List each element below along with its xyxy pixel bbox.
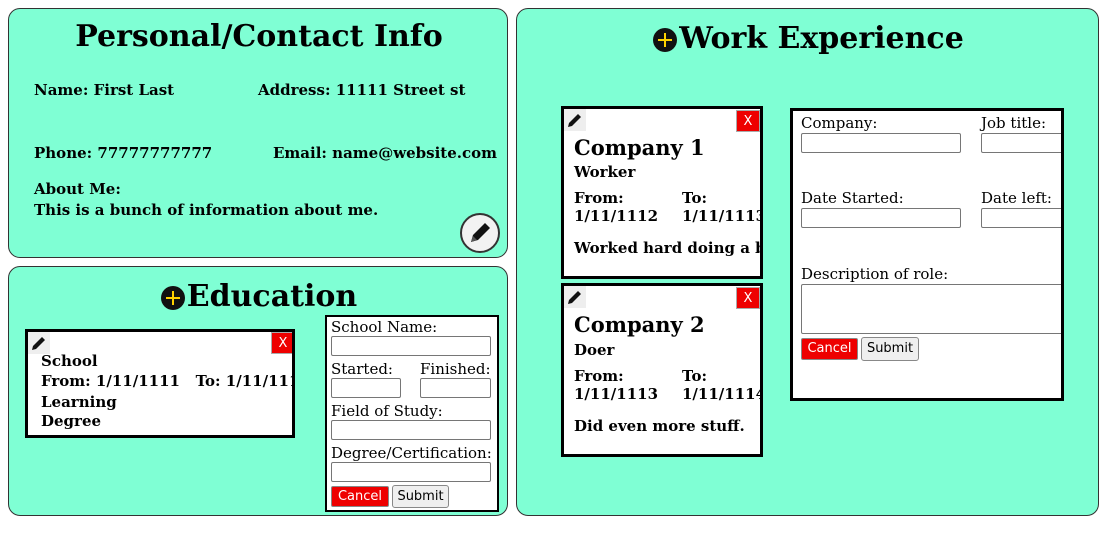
edit-personal-button[interactable] xyxy=(460,213,500,253)
pencil-icon xyxy=(471,223,490,242)
description-textarea[interactable] xyxy=(801,284,1061,334)
work-experience-panel: Work Experience X Company 1 Worker From:… xyxy=(516,8,1099,516)
school-text: School xyxy=(41,352,98,370)
school-name-label: School Name: xyxy=(331,318,438,336)
education-submit-button[interactable]: Submit xyxy=(392,485,449,508)
pencil-icon[interactable] xyxy=(564,286,586,308)
delete-education-button[interactable]: X xyxy=(271,332,292,354)
started-label: Started: xyxy=(331,360,393,378)
education-title-text: Education xyxy=(186,279,358,314)
to-date: 1/11/1114 xyxy=(682,385,763,403)
date-started-label: Date Started: xyxy=(801,189,904,207)
date-left-input[interactable] xyxy=(981,208,1061,228)
field-of-study-label: Field of Study: xyxy=(331,402,443,420)
description-label: Description of role: xyxy=(801,265,949,283)
job-card: X Company 2 Doer From: 1/11/1113 To: 1/1… xyxy=(561,283,763,457)
pencil-icon[interactable] xyxy=(28,332,50,354)
work-experience-title-text: Work Experience xyxy=(679,21,964,56)
company-text: Company 2 xyxy=(574,312,705,337)
field-of-study-input[interactable] xyxy=(331,420,491,440)
position-text: Worker xyxy=(574,163,636,181)
from-date: 1/11/1113 xyxy=(574,385,659,403)
pencil-icon[interactable] xyxy=(564,109,586,131)
name-text: Name: First Last xyxy=(34,81,175,99)
date-started-input[interactable] xyxy=(801,208,961,228)
education-cancel-button[interactable]: Cancel xyxy=(331,486,389,507)
personal-info-title: Personal/Contact Info xyxy=(75,19,443,54)
work-experience-title: Work Experience xyxy=(517,21,1100,56)
position-text: Doer xyxy=(574,341,615,359)
work-submit-button[interactable]: Submit xyxy=(861,337,919,361)
email-text: Email: name@website.com xyxy=(273,144,498,162)
to-label: To: xyxy=(682,367,707,385)
add-education-icon[interactable] xyxy=(160,286,185,310)
delete-job-button[interactable]: X xyxy=(736,110,760,132)
degree-label: Degree/Certification: xyxy=(331,444,492,462)
from-date: 1/11/1112 xyxy=(574,207,659,225)
job-title-label: Job title: xyxy=(981,114,1046,132)
company-label: Company: xyxy=(801,114,878,132)
education-entry-card: X School From: 1/11/1111 To: 1/11/1112 L… xyxy=(25,329,295,438)
school-name-input[interactable] xyxy=(331,336,491,356)
add-work-icon[interactable] xyxy=(653,28,678,52)
started-input[interactable] xyxy=(331,378,401,398)
work-cancel-button[interactable]: Cancel xyxy=(801,338,858,360)
job-description: Worked hard doing a bunch of stuff. xyxy=(574,239,760,257)
degree-input[interactable] xyxy=(331,462,491,482)
finished-label: Finished: xyxy=(420,360,491,378)
to-date: 1/11/1113 xyxy=(682,207,763,225)
job-card: X Company 1 Worker From: 1/11/1112 To: 1… xyxy=(561,106,763,279)
job-description: Did even more stuff. xyxy=(574,417,745,435)
finished-input[interactable] xyxy=(420,378,491,398)
delete-job-button[interactable]: X xyxy=(736,287,760,309)
about-label: About Me: xyxy=(34,180,121,198)
from-label: From: xyxy=(574,367,624,385)
date-left-label: Date left: xyxy=(981,189,1052,207)
company-text: Company 1 xyxy=(574,135,705,160)
to-label: To: xyxy=(682,189,707,207)
education-panel: Education X School From: 1/11/1111 To: 1… xyxy=(8,266,508,516)
from-label: From: xyxy=(574,189,624,207)
personal-info-panel: Personal/Contact Info Name: First Last A… xyxy=(8,8,508,258)
education-form: School Name: Started: Finished: Field of… xyxy=(325,315,499,512)
phone-text: Phone: 77777777777 xyxy=(34,144,213,162)
about-text: This is a bunch of information about me. xyxy=(34,201,379,219)
education-title: Education xyxy=(9,279,509,314)
address-text: Address: 11111 Street st xyxy=(258,81,466,99)
job-title-input[interactable] xyxy=(981,133,1061,153)
work-form: Company: Job title: Date Started: Date l… xyxy=(790,108,1064,401)
education-dates-text: From: 1/11/1111 To: 1/11/1112 xyxy=(41,372,295,390)
company-input[interactable] xyxy=(801,133,961,153)
degree-text: Degree xyxy=(41,412,102,430)
field-text: Learning xyxy=(41,393,117,411)
